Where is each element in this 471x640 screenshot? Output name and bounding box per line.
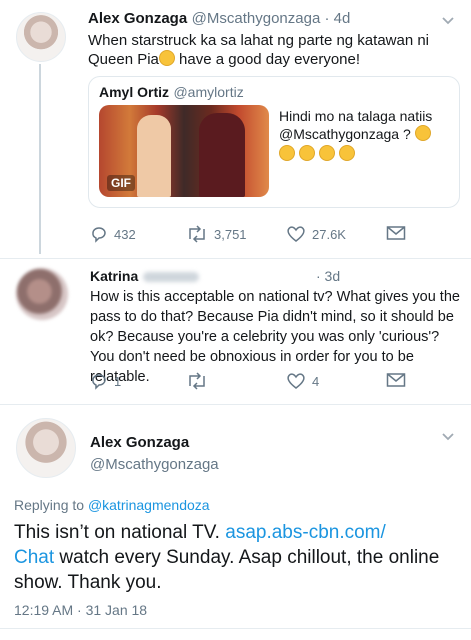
replying-to-label: Replying to	[14, 497, 88, 513]
laughing-emoji-icon	[318, 145, 335, 161]
tweet1-text-line1: When starstruck ka sa lahat ng parte ng …	[88, 32, 430, 49]
tweet3-link[interactable]: asap.abs-cbn.com/	[225, 522, 386, 543]
replying-to: Replying to @katrinagmendoza	[14, 497, 210, 513]
direct-message-button[interactable]	[386, 372, 406, 388]
laughing-emoji-icon	[414, 125, 431, 141]
tweet1-text-end: have a good day everyone!	[174, 51, 361, 68]
quote-header: Amyl Ortiz @amylortiz	[99, 84, 244, 102]
gif-thumbnail[interactable]: GIF	[99, 105, 269, 197]
tweet2-author-name[interactable]: Katrina	[90, 268, 138, 284]
laughing-emoji-icon	[279, 145, 295, 161]
quote-emoji-row	[279, 145, 451, 163]
laughing-emoji-icon	[338, 145, 355, 161]
tweet1-handle-time[interactable]: @Mscathygonzaga · 4d	[192, 10, 351, 27]
tweet1-text-part: Queen Pia	[88, 51, 159, 68]
quote-handle[interactable]: @amylortiz	[173, 84, 243, 100]
retweet-button[interactable]: 3,751	[186, 225, 247, 243]
envelope-icon	[386, 226, 406, 240]
tweet1-text-line2: Queen Pia have a good day everyone!	[88, 50, 458, 69]
laughing-emoji-icon	[298, 145, 315, 161]
like-button[interactable]: 4	[286, 372, 319, 390]
thread-line	[39, 64, 41, 254]
redacted-surname	[142, 271, 199, 282]
replying-to-handle[interactable]: @katrinagmendoza	[88, 497, 210, 513]
retweet-count: 3,751	[214, 226, 247, 242]
reply-icon	[92, 227, 106, 243]
avatar[interactable]	[16, 12, 66, 62]
quote-text-line1: Hindi mo na talaga natiis	[279, 108, 433, 124]
tweet3-author-name[interactable]: Alex Gonzaga	[90, 434, 189, 451]
direct-message-button[interactable]	[386, 225, 406, 241]
quote-author-name[interactable]: Amyl Ortiz	[99, 84, 169, 100]
tweet-divider	[0, 258, 471, 259]
tweet1-author-name[interactable]: Alex Gonzaga	[88, 10, 187, 27]
avatar[interactable]	[16, 268, 68, 320]
envelope-icon	[386, 373, 406, 387]
retweet-icon	[189, 372, 205, 390]
heart-icon	[287, 226, 305, 242]
gif-figure-right	[199, 113, 245, 197]
tweet2-header: Katrina	[90, 268, 199, 286]
reply-button[interactable]: 432	[90, 225, 136, 243]
tweet3-timestamp[interactable]: 12:19 AM · 31 Jan 18	[14, 602, 147, 618]
like-count: 4	[312, 373, 320, 389]
tweet-divider	[0, 628, 471, 629]
quote-text-line2: @Mscathygonzaga ?	[279, 125, 451, 143]
tweet3-text-part2: watch every Sunday. Asap chillout, the o…	[14, 547, 440, 593]
heart-icon	[287, 373, 305, 389]
retweet-icon	[189, 225, 205, 243]
quote-text: Hindi mo na talaga natiis @Mscathygonzag…	[279, 107, 451, 163]
chevron-down-icon[interactable]	[440, 12, 456, 28]
tweet2-time[interactable]: · 3d	[316, 268, 340, 284]
smile-emoji-icon	[158, 50, 175, 66]
tweet1-header: Alex Gonzaga @Mscathygonzaga · 4d	[88, 10, 350, 28]
tweet3-text-part1: This isn’t on national TV.	[14, 522, 226, 543]
tweet3-handle[interactable]: @Mscathygonzaga	[90, 456, 219, 473]
gif-badge: GIF	[107, 175, 135, 191]
like-button[interactable]: 27.6K	[286, 225, 346, 243]
gif-figure-left	[137, 115, 171, 197]
tweet2-text: How is this acceptable on national tv? W…	[90, 289, 460, 385]
reply-count: 432	[114, 226, 136, 242]
tweet1-text: When starstruck ka sa lahat ng parte ng …	[88, 31, 458, 69]
reply-icon	[92, 374, 106, 390]
tweet3-link-cont[interactable]: Chat	[14, 547, 54, 568]
retweet-button[interactable]	[186, 372, 208, 390]
like-count: 27.6K	[312, 226, 346, 242]
quoted-tweet-card[interactable]: Amyl Ortiz @amylortiz GIF Hindi mo na ta…	[88, 76, 460, 208]
reply-button[interactable]: 1	[90, 372, 121, 390]
tweet3-text: This isn’t on national TV. asap.abs-cbn.…	[14, 520, 454, 595]
reply-count: 1	[114, 373, 122, 389]
chevron-down-icon[interactable]	[440, 428, 456, 444]
tweet-divider	[0, 404, 471, 405]
avatar[interactable]	[16, 418, 76, 478]
quote-mention[interactable]: @Mscathygonzaga ?	[279, 126, 411, 142]
